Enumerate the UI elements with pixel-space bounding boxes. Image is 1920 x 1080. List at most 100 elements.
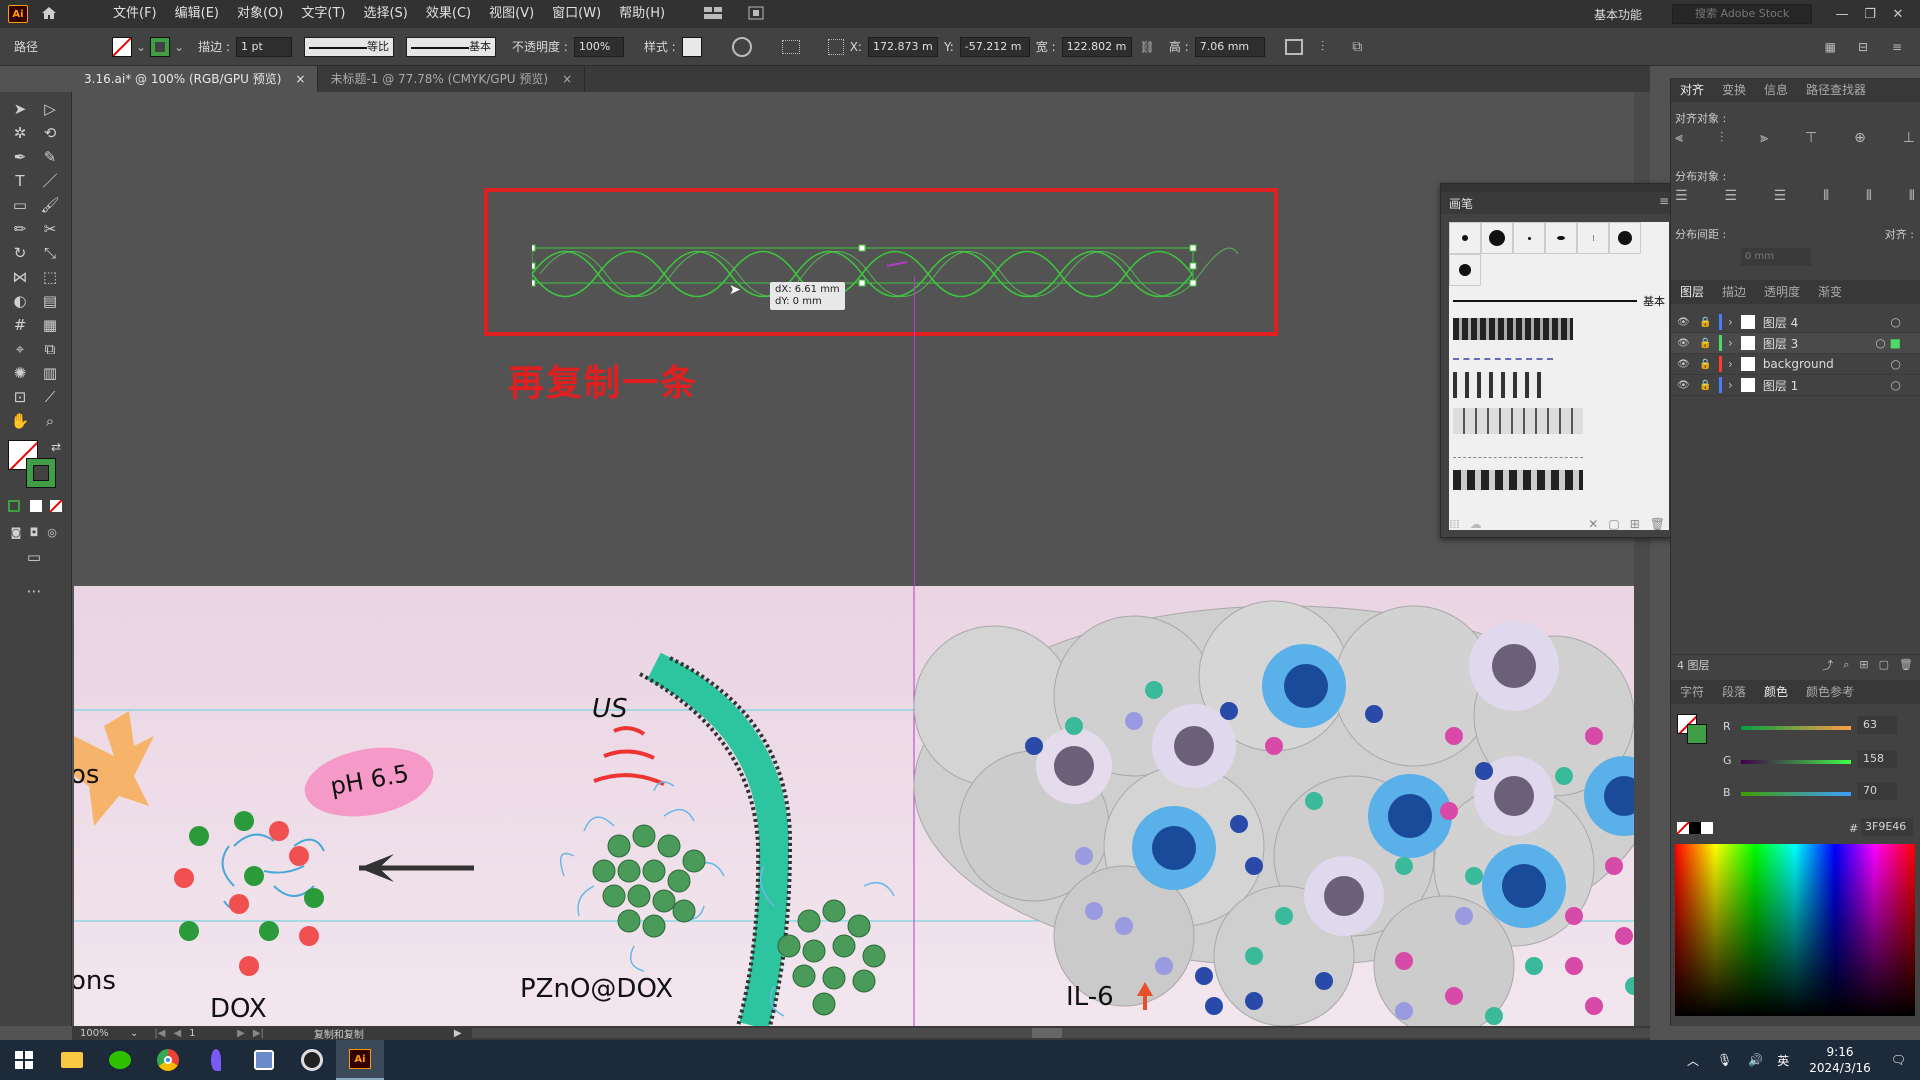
pattern-brush-row[interactable] (1453, 470, 1583, 490)
b-value[interactable]: 70 (1857, 782, 1897, 800)
recorder-app-icon[interactable] (288, 1040, 336, 1080)
r-slider[interactable] (1741, 726, 1851, 730)
variable-width-profile[interactable]: 等比 (303, 36, 394, 57)
menu-window[interactable]: 窗口(W) (543, 0, 610, 28)
brush-libraries-icon[interactable]: 𝍖 (1449, 517, 1460, 531)
none-mode-icon[interactable] (50, 500, 62, 512)
clock[interactable]: 9:16 2024/3/16 (1809, 1044, 1871, 1076)
screen-mode-icon[interactable]: ▭ (22, 546, 46, 568)
distribute-hcenter-icon[interactable]: ⦀ (1866, 188, 1872, 204)
rotate-tool-icon[interactable]: ↻ (8, 242, 32, 264)
delete-brush-icon[interactable]: 🗑 (1650, 517, 1665, 531)
chevron-down-icon[interactable]: ⌄ (130, 1028, 138, 1039)
menu-effect[interactable]: 效果(C) (417, 0, 480, 28)
layer-row[interactable]: 👁 🔒 › 图层 3 ○ ■ (1671, 333, 1920, 354)
free-transform-icon[interactable]: ⬚ (38, 266, 62, 288)
layer-name[interactable]: background (1763, 357, 1834, 371)
workspace-switcher[interactable]: 基本功能 (1594, 6, 1642, 23)
align-right-icon[interactable]: ⫸ (1760, 130, 1768, 146)
horizontal-scrollbar[interactable] (471, 1028, 1650, 1038)
menu-help[interactable]: 帮助(H) (610, 0, 674, 28)
graphic-style-swatch[interactable] (681, 36, 702, 57)
basic-brush-row[interactable]: 基本 (1453, 292, 1665, 310)
stroke-color-box[interactable] (26, 458, 56, 488)
panel-menu-icon[interactable]: ≡ (1659, 194, 1669, 208)
black-swatch[interactable] (1689, 822, 1701, 834)
height-field[interactable]: 7.06 mm (1194, 36, 1265, 57)
distribute-bottom-icon[interactable]: ☰ (1774, 188, 1787, 204)
chevron-down-icon[interactable]: ⌄ (136, 40, 146, 54)
brush-swatch[interactable] (1449, 222, 1481, 254)
pattern-brush-row[interactable] (1453, 350, 1553, 360)
first-artboard-icon[interactable]: |◀ (154, 1028, 165, 1039)
tab-pathfinder[interactable]: 路径查找器 (1797, 78, 1875, 102)
tab-color-guide[interactable]: 颜色参考 (1797, 680, 1863, 704)
opacity-field[interactable]: 100% (573, 36, 624, 57)
layer-row[interactable]: 👁 🔒 › 图层 1 ○ (1671, 375, 1920, 396)
menu-select[interactable]: 选择(S) (354, 0, 416, 28)
zoom-tool-icon[interactable]: ⌕ (38, 410, 62, 432)
eye-icon[interactable]: 👁 (1677, 338, 1693, 349)
eye-icon[interactable]: 👁 (1677, 317, 1693, 328)
distribute-right-icon[interactable]: ⦀ (1909, 188, 1915, 204)
tab-stroke[interactable]: 描边 (1713, 280, 1755, 304)
target-icon[interactable]: ○ (1891, 357, 1901, 371)
distribute-left-icon[interactable]: ⦀ (1823, 188, 1829, 204)
artboard[interactable]: US pH 6.5 os ons DOX PZnO@DOX IL-6 (74, 586, 1650, 1026)
mesh-tool-icon[interactable]: # (8, 314, 32, 336)
chevron-down-icon[interactable]: ⌄ (174, 40, 184, 54)
menu-type[interactable]: 文字(T) (292, 0, 354, 28)
tab-character[interactable]: 字符 (1671, 680, 1713, 704)
magic-wand-icon[interactable]: ✲ (8, 122, 32, 144)
expand-icon[interactable]: › (1728, 336, 1733, 350)
isolation-icon[interactable]: ⧉ (1352, 39, 1362, 55)
rectangle-tool-icon[interactable]: ▭ (8, 194, 32, 216)
brush-swatch[interactable] (1449, 254, 1481, 286)
none-swatch[interactable] (1677, 822, 1689, 834)
target-icon[interactable]: ○ (1891, 378, 1901, 392)
new-sublayer-icon[interactable]: ⊞ (1859, 658, 1868, 671)
width-tool-icon[interactable]: ⋈ (8, 266, 32, 288)
artboard-number[interactable]: 1 (189, 1028, 229, 1039)
arrange-panels-icon[interactable]: ▦ (1825, 40, 1836, 54)
color-stroke-swatch[interactable] (1687, 724, 1707, 744)
restore-icon[interactable]: ❐ (1856, 7, 1884, 22)
tab-transform[interactable]: 变换 (1713, 78, 1755, 102)
eye-icon[interactable]: 👁 (1677, 359, 1693, 370)
wave-paths[interactable] (532, 244, 1332, 304)
windows-start-icon[interactable] (0, 1040, 48, 1080)
export-icon[interactable]: ⤴ (1822, 657, 1833, 673)
notes-app-icon[interactable] (240, 1040, 288, 1080)
align-left-icon[interactable]: ⫷ (1675, 130, 1683, 146)
panel-layout-icon[interactable]: ⊟ (1858, 40, 1868, 54)
illustrator-taskbar-icon[interactable]: Ai (336, 1040, 384, 1080)
width-field[interactable]: 122.802 m (1061, 36, 1132, 57)
brush-definition[interactable]: 基本 (405, 36, 496, 57)
remove-stroke-icon[interactable]: ✕ (1588, 517, 1598, 531)
next-artboard-icon[interactable]: ▶ (237, 1028, 245, 1039)
art-brush-row[interactable] (1453, 318, 1573, 340)
canvas-area[interactable]: ➤ dX: 6.61 mm dY: 0 mm 再复制一条 US pH 6.5 o… (72, 92, 1650, 1026)
perspective-grid-icon[interactable]: ▤ (38, 290, 62, 312)
home-icon[interactable] (34, 6, 64, 23)
eye-icon[interactable]: 👁 (1677, 380, 1693, 391)
tab-layers[interactable]: 图层 (1671, 280, 1713, 304)
locate-object-icon[interactable]: ⌕ (1843, 658, 1849, 672)
close-tab-icon[interactable]: × (295, 72, 305, 86)
layer-name[interactable]: 图层 1 (1763, 377, 1798, 394)
layer-name[interactable]: 图层 4 (1763, 314, 1798, 331)
layer-row[interactable]: 👁 🔒 › 图层 4 ○ (1671, 312, 1920, 333)
lasso-icon[interactable]: ⟲ (38, 122, 62, 144)
lock-icon[interactable]: 🔒 (1699, 338, 1713, 349)
gradient-mode-icon[interactable] (30, 500, 42, 512)
symbol-sprayer-icon[interactable]: ✺ (8, 362, 32, 384)
stock-search-input[interactable]: 搜索 Adobe Stock (1672, 4, 1812, 24)
scale-tool-icon[interactable]: ⤡ (38, 242, 62, 264)
pattern-brush-row[interactable] (1453, 448, 1583, 458)
distribute-vcenter-icon[interactable]: ☰ (1724, 188, 1737, 204)
tab-document-316[interactable]: 3.16.ai* @ 100% (RGB/GPU 预览) × (72, 66, 319, 92)
ime-indicator[interactable]: 英 (1777, 1052, 1789, 1069)
r-value[interactable]: 63 (1857, 716, 1897, 734)
close-icon[interactable]: ✕ (1884, 7, 1912, 22)
layer-name[interactable]: 图层 3 (1763, 335, 1798, 352)
